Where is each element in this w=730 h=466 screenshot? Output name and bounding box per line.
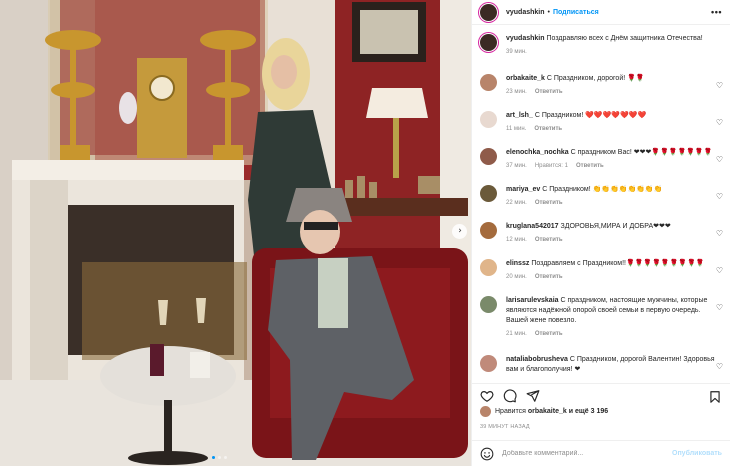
comment-text: mariya_ev С Праздником! 👏👏👏👏👏👏👏👏	[506, 185, 720, 195]
carousel-dot-active	[212, 456, 215, 459]
reply-button[interactable]: Ответить	[534, 126, 562, 132]
comment-avatar[interactable]	[480, 148, 497, 165]
comment-item: larisarulevskaia С праздником, настоящие…	[472, 296, 730, 337]
comment-icon[interactable]	[503, 388, 517, 403]
comment-like-count[interactable]: Нравится: 1	[535, 163, 568, 169]
post-photo[interactable]: ›	[0, 0, 471, 466]
comment-item: orbakaite_k С Праздником, дорогой! 🌹🌹 23 …	[472, 74, 730, 95]
comment-avatar[interactable]	[480, 259, 497, 276]
heart-icon[interactable]: ♡	[716, 118, 723, 127]
comment-username[interactable]: elinssz	[506, 260, 529, 267]
caption-time: 39 мин.	[506, 49, 527, 55]
comment-time: 22 мин.	[506, 200, 527, 206]
liker-avatar[interactable]	[480, 406, 491, 417]
carousel-dot	[224, 456, 227, 459]
comment-username[interactable]: elenochka_nochka	[506, 149, 569, 156]
next-photo-button[interactable]: ›	[452, 224, 467, 239]
comment-avatar[interactable]	[480, 222, 497, 239]
comment-message: С Праздником! ❤️❤️❤️❤️❤️❤️❤️	[534, 112, 647, 119]
more-options-icon[interactable]: •••	[711, 7, 722, 17]
heart-icon[interactable]: ♡	[716, 362, 723, 371]
comment-text: art_lsh_ С Праздником! ❤️❤️❤️❤️❤️❤️❤️	[506, 111, 720, 121]
comment-username[interactable]: kruglana542017	[506, 223, 559, 230]
caption: vyudashkin Поздравляю всех с Днём защитн…	[472, 34, 730, 55]
comment-item: art_lsh_ С Праздником! ❤️❤️❤️❤️❤️❤️❤️ 11 …	[472, 111, 730, 132]
publish-button[interactable]: Опубликовать	[672, 450, 722, 457]
heart-icon[interactable]: ♡	[716, 81, 723, 90]
comment-message: С Праздником, дорогой! 🌹🌹	[546, 75, 645, 82]
carousel-dot	[218, 456, 221, 459]
comment-avatar[interactable]	[480, 296, 497, 313]
follow-button[interactable]: Подписаться	[553, 9, 599, 16]
author-avatar[interactable]	[480, 3, 497, 21]
comment-text: orbakaite_k С Праздником, дорогой! 🌹🌹	[506, 74, 720, 84]
comment-text: elinssz Поздравляем с Праздником!!🌹🌹🌹🌹🌹🌹…	[506, 259, 720, 269]
author-username[interactable]: vyudashkin	[506, 9, 545, 16]
heart-icon[interactable]	[480, 389, 494, 403]
comment-item: nataliabobrusheva С Праздником, дорогой …	[472, 355, 730, 375]
heart-icon[interactable]: ♡	[716, 229, 723, 238]
comment-text: kruglana542017 ЗДОРОВЬЯ,МИРА И ДОБРА❤❤❤	[506, 222, 720, 232]
add-comment-bar: Опубликовать	[472, 440, 730, 466]
reply-button[interactable]: Ответить	[576, 163, 604, 169]
heart-icon[interactable]: ♡	[716, 303, 723, 312]
comment-username[interactable]: larisarulevskaia	[506, 297, 559, 304]
likes-summary: Нравится orbakaite_k и ещё 3 196	[480, 406, 608, 417]
comment-message: С праздником Вас! ❤❤❤🌹🌹🌹🌹🌹🌹🌹	[570, 149, 713, 156]
comment-item: mariya_ev С Праздником! 👏👏👏👏👏👏👏👏 22 мин. О…	[472, 185, 730, 206]
caption-message: Поздравляю всех с Днём защитника Отечест…	[546, 35, 703, 42]
comment-username[interactable]: mariya_ev	[506, 186, 540, 193]
reply-button[interactable]: Ответить	[535, 200, 563, 206]
action-bar	[472, 383, 730, 403]
reply-button[interactable]: Ответить	[535, 89, 563, 95]
comment-message: ЗДОРОВЬЯ,МИРА И ДОБРА❤❤❤	[560, 223, 671, 230]
separator-dot: •	[547, 8, 550, 16]
reply-button[interactable]: Ответить	[535, 237, 563, 243]
heart-icon[interactable]: ♡	[716, 192, 723, 201]
comment-username[interactable]: nataliabobrusheva	[506, 356, 568, 363]
comment-item: elinssz Поздравляем с Праздником!!🌹🌹🌹🌹🌹🌹…	[472, 259, 730, 280]
comment-item: elenochka_nochka С праздником Вас! ❤❤❤🌹🌹…	[472, 148, 730, 169]
comment-username[interactable]: orbakaite_k	[506, 75, 545, 82]
comment-item: kruglana542017 ЗДОРОВЬЯ,МИРА И ДОБРА❤❤❤ 1…	[472, 222, 730, 243]
comment-avatar[interactable]	[480, 74, 497, 91]
post-panel: vyudashkin • Подписаться ••• vyudashkin …	[471, 0, 730, 466]
comment-time: 37 мин.	[506, 163, 527, 169]
post-timestamp[interactable]: 39 МИНУТ НАЗАД	[480, 424, 530, 430]
comment-message: Поздравляем с Праздником!!🌹🌹🌹🌹🌹🌹🌹🌹🌹	[531, 260, 705, 267]
bookmark-icon[interactable]	[708, 390, 722, 404]
comments-list[interactable]: vyudashkin Поздравляю всех с Днём защитн…	[472, 25, 730, 376]
comment-input[interactable]	[502, 450, 662, 457]
share-icon[interactable]	[526, 389, 540, 403]
comment-time: 20 мин.	[506, 274, 527, 280]
caption-text: vyudashkin Поздравляю всех с Днём защитн…	[506, 34, 720, 44]
smile-icon[interactable]	[480, 447, 494, 461]
comment-time: 23 мин.	[506, 89, 527, 95]
caption-avatar[interactable]	[480, 34, 497, 51]
comment-time: 11 мин.	[506, 126, 527, 132]
comment-message: С Праздником! 👏👏👏👏👏👏👏👏	[542, 186, 663, 193]
likes-count[interactable]: и ещё 3 196	[569, 408, 608, 415]
comment-time: 21 мин.	[506, 331, 527, 337]
comment-text: elenochka_nochka С праздником Вас! ❤❤❤🌹🌹…	[506, 148, 720, 158]
caption-username[interactable]: vyudashkin	[506, 35, 545, 42]
post-header: vyudashkin • Подписаться •••	[472, 0, 730, 25]
likes-prefix: Нравится	[495, 408, 526, 415]
comment-username[interactable]: art_lsh_	[506, 112, 533, 119]
reply-button[interactable]: Ответить	[535, 274, 563, 280]
comment-time: 12 мин.	[506, 237, 527, 243]
likes-user[interactable]: orbakaite_k	[528, 408, 567, 415]
comment-avatar[interactable]	[480, 185, 497, 202]
comment-avatar[interactable]	[480, 111, 497, 128]
comment-avatar[interactable]	[480, 355, 497, 372]
chevron-right-icon: ›	[458, 226, 462, 236]
heart-icon[interactable]: ♡	[716, 155, 723, 164]
comment-text: nataliabobrusheva С Праздником, дорогой …	[506, 355, 720, 375]
heart-icon[interactable]: ♡	[716, 266, 723, 275]
reply-button[interactable]: Ответить	[535, 331, 563, 337]
comment-text: larisarulevskaia С праздником, настоящие…	[506, 296, 720, 326]
photo-image	[0, 0, 471, 466]
carousel-indicator	[212, 456, 227, 459]
